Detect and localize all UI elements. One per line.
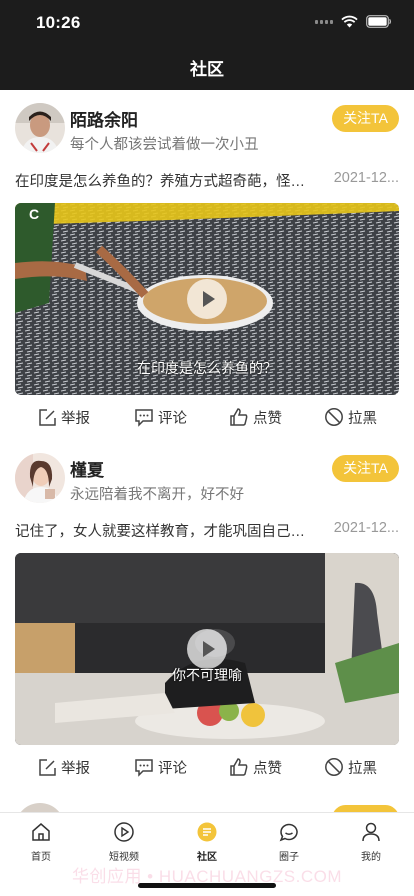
post-card <box>0 790 414 812</box>
community-feed[interactable]: 陌路余阳 每个人都该尝试着做一次小丑 关注TA 在印度是怎么养鱼的？养殖方式超奇… <box>0 90 414 812</box>
comment-button[interactable]: 评论 <box>134 753 187 781</box>
block-button[interactable]: 拉黑 <box>324 403 377 431</box>
block-button[interactable]: 拉黑 <box>324 753 377 781</box>
tab-home[interactable]: 首页 <box>11 821 71 863</box>
like-button[interactable]: 点赞 <box>229 403 282 431</box>
post-user-bio: 每个人都该尝试着做一次小丑 <box>70 137 259 153</box>
play-circle-icon <box>114 822 134 842</box>
report-label: 举报 <box>61 410 90 427</box>
comment-icon <box>135 758 153 777</box>
thumbs-up-icon <box>230 758 248 776</box>
tab-short-video[interactable]: 短视频 <box>94 821 154 863</box>
block-label: 拉黑 <box>348 760 377 777</box>
chat-bubble-icon <box>279 823 298 842</box>
tab-community[interactable]: 社区 <box>177 821 237 863</box>
tab-label: 首页 <box>31 852 51 863</box>
home-indicator <box>138 883 276 888</box>
tab-label: 我的 <box>361 852 381 863</box>
post-date: 2021-12... <box>333 170 399 186</box>
like-label: 点赞 <box>253 760 282 777</box>
post-user-bio: 永远陪着我不离开，好不好 <box>70 487 244 503</box>
comment-label: 评论 <box>158 760 187 777</box>
block-label: 拉黑 <box>348 410 377 427</box>
thumbs-up-icon <box>230 408 248 426</box>
page-title: 社区 <box>190 60 224 79</box>
post-video[interactable]: C 在印度是怎么养鱼的？ <box>15 203 399 395</box>
post-date: 2021-12... <box>333 520 399 536</box>
block-icon <box>325 408 343 426</box>
home-icon <box>32 823 50 841</box>
tab-label: 社区 <box>197 852 217 863</box>
post-text[interactable]: 记住了，女人就要这样教育，才能巩固自己的地位 <box>15 520 315 541</box>
like-button[interactable]: 点赞 <box>229 753 282 781</box>
cellular-signal-icon <box>315 19 333 24</box>
post-actions: 举报 评论 点赞 拉黑 <box>0 753 414 781</box>
avatar[interactable] <box>15 103 65 153</box>
follow-button[interactable]: 关注TA <box>332 105 399 132</box>
post-video[interactable]: 你不可理喻 <box>15 553 399 745</box>
like-label: 点赞 <box>253 410 282 427</box>
post-actions: 举报 评论 点赞 拉黑 <box>0 403 414 431</box>
person-icon <box>362 822 380 842</box>
block-icon <box>325 758 343 776</box>
post-card: 陌路余阳 每个人都该尝试着做一次小丑 关注TA 在印度是怎么养鱼的？养殖方式超奇… <box>0 90 414 440</box>
community-icon <box>197 822 217 842</box>
post-card: 槿夏 永远陪着我不离开，好不好 关注TA 记住了，女人就要这样教育，才能巩固自己… <box>0 440 414 790</box>
tab-circle[interactable]: 圈子 <box>259 821 319 863</box>
app-header: 10:26 社区 <box>0 0 414 90</box>
tab-label: 圈子 <box>279 852 299 863</box>
video-subtitle: 在印度是怎么养鱼的？ <box>137 360 277 376</box>
video-subtitle: 你不可理喻 <box>172 667 242 683</box>
wifi-icon <box>341 15 358 28</box>
comment-label: 评论 <box>158 410 187 427</box>
post-username[interactable]: 陌路余阳 <box>70 106 138 131</box>
report-label: 举报 <box>61 760 90 777</box>
play-icon[interactable] <box>187 629 227 669</box>
report-button[interactable]: 举报 <box>38 403 90 431</box>
edit-report-icon <box>39 408 56 426</box>
tab-label: 短视频 <box>109 852 139 863</box>
edit-report-icon <box>39 758 56 776</box>
comment-button[interactable]: 评论 <box>134 403 187 431</box>
play-icon[interactable] <box>187 279 227 319</box>
post-text[interactable]: 在印度是怎么养鱼的？养殖方式超奇葩，怪不得印度人不吃鱼 <box>15 170 315 191</box>
post-username[interactable]: 槿夏 <box>70 456 104 481</box>
status-time: 10:26 <box>36 13 81 32</box>
status-icons <box>315 15 392 28</box>
avatar[interactable] <box>15 453 65 503</box>
comment-icon <box>135 408 153 427</box>
tab-mine[interactable]: 我的 <box>341 821 401 863</box>
svg-text:C: C <box>29 206 39 222</box>
follow-button[interactable]: 关注TA <box>332 455 399 482</box>
avatar[interactable] <box>15 803 65 812</box>
battery-icon <box>366 15 392 28</box>
follow-button[interactable] <box>332 805 399 812</box>
report-button[interactable]: 举报 <box>38 753 90 781</box>
